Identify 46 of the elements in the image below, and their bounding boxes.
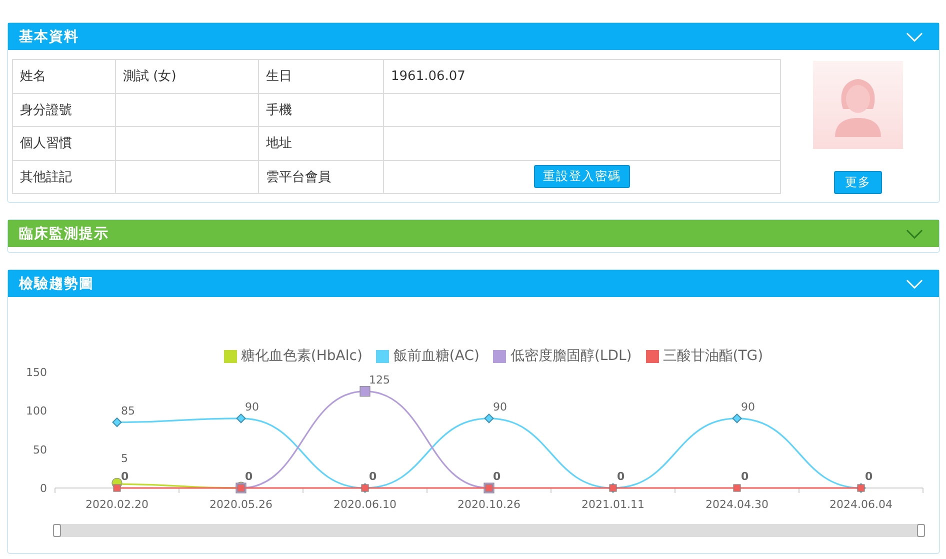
table-cell: 姓名 xyxy=(20,69,46,84)
data-label: 0 xyxy=(493,470,501,483)
x-axis-label: 2020.05.26 xyxy=(210,498,272,511)
table-cell: 身分證號 xyxy=(20,102,72,118)
data-label: 0 xyxy=(741,470,749,483)
panel-title: 檢驗趨勢圖 xyxy=(19,274,94,292)
legend-item[interactable]: 糖化血色素(HbAlc) xyxy=(224,347,362,365)
data-label: 125 xyxy=(369,373,390,386)
y-axis-label: 150 xyxy=(26,366,47,379)
data-label: 5 xyxy=(121,452,128,466)
data-label: 0 xyxy=(121,470,129,483)
legend-item[interactable]: 低密度膽固醇(LDL) xyxy=(493,347,632,365)
table-cell: 1961.06.07 xyxy=(391,68,466,84)
x-axis-label: 2024.06.04 xyxy=(830,498,892,511)
table-cell: 其他註記 xyxy=(20,170,72,185)
more-button[interactable]: 更多 xyxy=(834,171,882,194)
data-label: 0 xyxy=(865,470,873,483)
data-label: 85 xyxy=(121,404,135,418)
data-label: 0 xyxy=(245,470,253,483)
data-label: 90 xyxy=(741,400,755,414)
x-axis-label: 2020.06.10 xyxy=(334,498,396,511)
panel-header[interactable]: 臨床監測提示 xyxy=(8,220,939,247)
panel-header[interactable]: 檢驗趨勢圖 xyxy=(8,270,939,297)
panel-header[interactable]: 基本資料 xyxy=(8,23,939,50)
y-axis-label: 100 xyxy=(26,404,47,418)
y-axis-label: 0 xyxy=(40,482,47,495)
data-label: 0 xyxy=(369,470,377,483)
data-label: 90 xyxy=(245,400,259,414)
table-cell: 個人習慣 xyxy=(20,136,72,152)
x-axis-label: 2020.02.20 xyxy=(86,498,148,511)
x-axis-label: 2020.10.26 xyxy=(458,498,520,511)
legend-item[interactable]: 三酸甘油酯(TG) xyxy=(646,347,764,365)
data-label: 0 xyxy=(617,470,625,483)
legend-item[interactable]: 飯前血糖(AC) xyxy=(376,347,480,365)
x-axis-label: 2024.04.30 xyxy=(706,498,768,511)
table-cell: 地址 xyxy=(266,136,292,152)
panel-title: 臨床監測提示 xyxy=(19,224,109,242)
table-cell: 雲平台會員 xyxy=(266,170,331,185)
table-cell: 手機 xyxy=(266,102,292,118)
table-cell: 生日 xyxy=(266,69,292,84)
table-cell: 測試 (女) xyxy=(123,69,176,84)
x-axis-label: 2021.01.11 xyxy=(582,498,644,511)
data-label: 90 xyxy=(493,400,507,414)
panel-title: 基本資料 xyxy=(19,28,79,46)
y-axis-label: 50 xyxy=(33,443,47,456)
reset-password-button[interactable]: 重設登入密碼 xyxy=(534,165,630,188)
